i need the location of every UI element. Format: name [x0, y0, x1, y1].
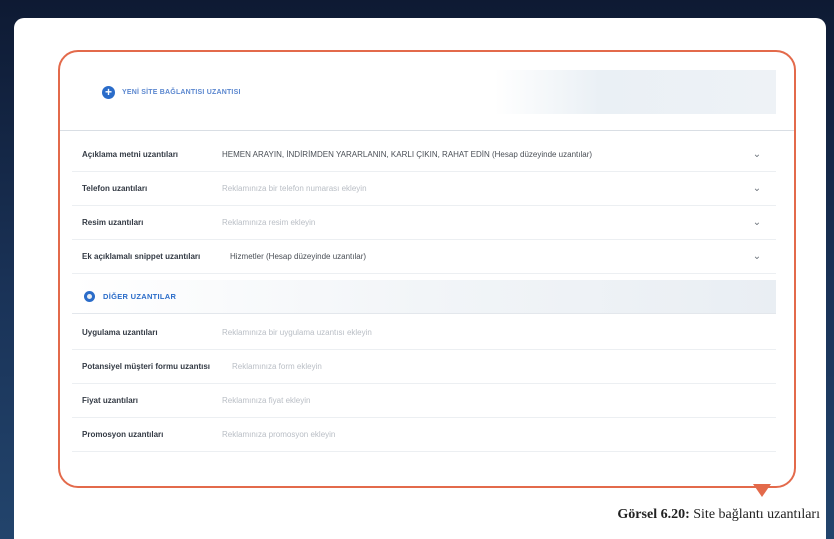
- divider: [60, 130, 794, 131]
- extension-row-snippet[interactable]: Ek açıklamalı snippet uzantıları Hizmetl…: [72, 240, 776, 274]
- row-label: Açıklama metni uzantıları: [82, 150, 179, 159]
- highlight-frame: + YENİ SİTE BAĞLANTISI UZANTISI Açıklama…: [58, 50, 796, 488]
- other-row-app[interactable]: Uygulama uzantıları Reklamınıza bir uygu…: [72, 316, 776, 350]
- row-label: Ek açıklamalı snippet uzantıları: [82, 252, 201, 261]
- row-value: Hizmetler (Hesap düzeyinde uzantılar): [230, 252, 367, 261]
- chevron-down-icon[interactable]: ⌄: [752, 251, 762, 262]
- row-placeholder: Reklamınıza resim ekleyin: [222, 218, 316, 227]
- row-label: Promosyon uzantıları: [82, 430, 164, 439]
- row-placeholder: Reklamınıza fiyat ekleyin: [222, 396, 311, 405]
- row-label: Telefon uzantıları: [82, 184, 148, 193]
- chevron-down-icon[interactable]: ⌄: [752, 149, 762, 160]
- chevron-down-icon[interactable]: ⌄: [752, 183, 762, 194]
- row-placeholder: Reklamınıza bir uygulama uzantısı ekleyi…: [222, 328, 372, 337]
- frame-pointer: [753, 484, 771, 497]
- row-placeholder: Reklamınıza form ekleyin: [232, 362, 322, 371]
- gear-icon: [84, 291, 95, 302]
- extension-row-callout[interactable]: Açıklama metni uzantıları HEMEN ARAYIN, …: [72, 138, 776, 172]
- extension-row-image[interactable]: Resim uzantıları Reklamınıza resim ekley…: [72, 206, 776, 240]
- other-extensions-header[interactable]: DİĞER UZANTILAR: [72, 280, 776, 314]
- other-row-price[interactable]: Fiyat uzantıları Reklamınıza fiyat ekley…: [72, 384, 776, 418]
- row-label: Uygulama uzantıları: [82, 328, 158, 337]
- other-extensions-title: DİĞER UZANTILAR: [103, 292, 177, 301]
- row-label: Fiyat uzantıları: [82, 396, 139, 405]
- caption-text: Site bağlantı uzantıları: [689, 507, 820, 522]
- row-label: Potansiyel müşteri formu uzantısı: [82, 362, 211, 371]
- row-placeholder: Reklamınıza promosyon ekleyin: [222, 430, 336, 439]
- chevron-down-icon[interactable]: ⌄: [752, 217, 762, 228]
- new-sitelink-label[interactable]: YENİ SİTE BAĞLANTISI UZANTISI: [122, 89, 241, 96]
- row-label: Resim uzantıları: [82, 218, 144, 227]
- other-row-promotion[interactable]: Promosyon uzantıları Reklamınıza promosy…: [72, 418, 776, 452]
- new-sitelink-bar[interactable]: + YENİ SİTE BAĞLANTISI UZANTISI: [72, 70, 776, 114]
- other-row-lead-form[interactable]: Potansiyel müşteri formu uzantısı Reklam…: [72, 350, 776, 384]
- plus-circle-icon[interactable]: +: [102, 85, 115, 99]
- caption-prefix: Görsel 6.20:: [617, 507, 690, 522]
- extension-row-phone[interactable]: Telefon uzantıları Reklamınıza bir telef…: [72, 172, 776, 206]
- row-value: HEMEN ARAYIN, İNDİRİMDEN YARARLANIN, KAR…: [222, 150, 593, 159]
- figure-caption: Görsel 6.20: Site bağlantı uzantıları: [480, 507, 820, 527]
- row-placeholder: Reklamınıza bir telefon numarası ekleyin: [222, 184, 367, 193]
